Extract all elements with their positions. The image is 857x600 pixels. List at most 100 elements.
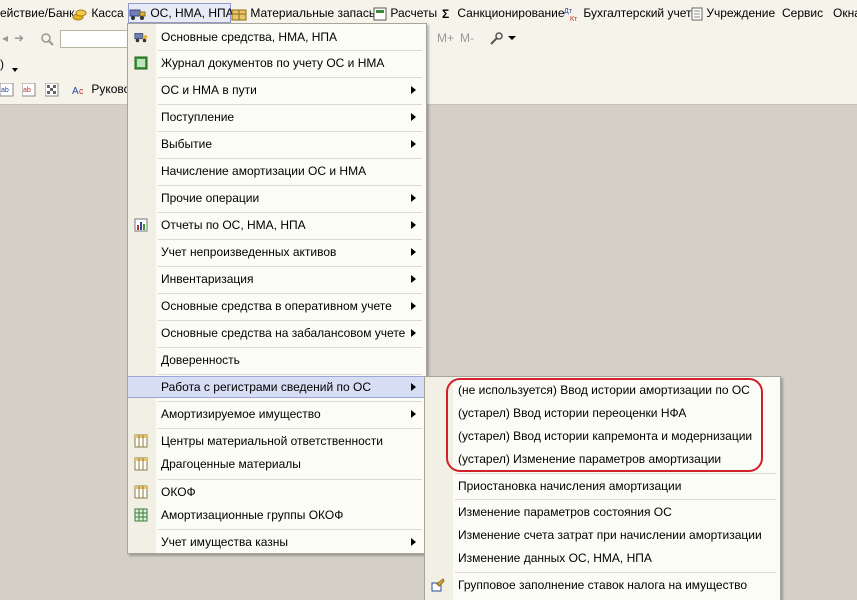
menu-okna[interactable]: Окна bbox=[833, 4, 857, 22]
menu-item-label: Основные средства на забалансовом учете bbox=[161, 326, 406, 340]
submenu-arrow-icon bbox=[411, 221, 416, 229]
menu-item-os-nma-npa[interactable]: Основные средства, НМА, НПА bbox=[128, 26, 426, 48]
submenu-item-change-os-data[interactable]: Изменение данных ОС, НМА, НПА bbox=[425, 547, 780, 569]
menu-kassa-label: Касса bbox=[91, 6, 124, 20]
memory-minus-button[interactable]: M- bbox=[460, 31, 474, 45]
menu-materials[interactable]: Материальные запасы bbox=[231, 4, 377, 22]
submenu-item-group-tax-rates[interactable]: Групповое заполнение ставок налога на им… bbox=[425, 574, 780, 596]
red-highlight-annotation bbox=[446, 378, 763, 472]
menu-item-label: Прочие операции bbox=[161, 191, 260, 205]
menu-item-label: Выбытие bbox=[161, 137, 212, 151]
menu-item-registers[interactable]: Работа с регистрами сведений по ОС bbox=[128, 376, 426, 398]
svg-text:c: c bbox=[79, 86, 84, 96]
menu-item-postuplenie[interactable]: Поступление bbox=[128, 106, 426, 128]
menu-item-treasury-property[interactable]: Учет имущества казны bbox=[128, 531, 426, 553]
search-input[interactable] bbox=[60, 30, 128, 48]
menu-separator bbox=[158, 104, 422, 105]
sigma-icon: Σ bbox=[442, 6, 450, 21]
calculator-icon bbox=[373, 7, 387, 21]
menu-separator bbox=[158, 529, 422, 530]
menu-buhuchet-label: Бухгалтерский учет bbox=[583, 6, 692, 20]
menu-item-label: Основные средства в оперативном учете bbox=[161, 299, 392, 313]
document-icon bbox=[691, 7, 703, 21]
menu-item-reports[interactable]: Отчеты по ОС, НМА, НПА bbox=[128, 214, 426, 236]
submenu-item-cost-account[interactable]: Изменение счета затрат при начислении ам… bbox=[425, 524, 780, 546]
menu-separator bbox=[158, 212, 422, 213]
menu-item-responsibility-centers[interactable]: Центры материальной ответственности bbox=[128, 430, 426, 452]
menu-item-label: Отчеты по ОС, НМА, НПА bbox=[161, 218, 306, 232]
menu-item-power-of-attorney[interactable]: Доверенность bbox=[128, 349, 426, 371]
chevron-down-icon[interactable] bbox=[508, 36, 516, 40]
menu-separator bbox=[158, 347, 422, 348]
toolbar-paren: ) bbox=[0, 57, 4, 71]
menu-separator bbox=[455, 499, 776, 500]
menu-item-off-balance[interactable]: Основные средства на забалансовом учете bbox=[128, 322, 426, 344]
menu-item-label: Учет непроизведенных активов bbox=[161, 245, 337, 259]
menu-uchrezhdenie[interactable]: Учреждение bbox=[691, 4, 775, 22]
menu-item-label: Изменение параметров состояния ОС bbox=[458, 505, 672, 519]
menu-os-label: ОС, НМА, НПА bbox=[150, 6, 234, 20]
menu-item-label: Групповое заполнение ставок налога на им… bbox=[458, 578, 747, 592]
submenu-item-os-state-params[interactable]: Изменение параметров состояния ОС bbox=[425, 501, 780, 523]
menu-sanktsionirovanie-label: Санкционирование bbox=[457, 6, 565, 20]
menu-item-other-operations[interactable]: Прочие операции bbox=[128, 187, 426, 209]
submenu-arrow-icon bbox=[411, 113, 416, 121]
menu-item-vybytie[interactable]: Выбытие bbox=[128, 133, 426, 155]
menu-item-label: Изменение счета затрат при начислении ам… bbox=[458, 528, 762, 542]
menu-raschety-label: Расчеты bbox=[390, 6, 438, 20]
os-nma-npa-dropdown: Основные средства, НМА, НПА Журнал докум… bbox=[127, 23, 427, 554]
grid-icon bbox=[134, 508, 148, 522]
chevron-down-icon[interactable] bbox=[12, 68, 18, 72]
svg-text:Дт: Дт bbox=[564, 8, 573, 15]
menu-os-nma-npa[interactable]: ОС, НМА, НПА bbox=[128, 3, 234, 23]
forward-arrow-icon[interactable]: ➜ bbox=[14, 31, 24, 45]
submenu-arrow-icon bbox=[411, 383, 416, 391]
menu-raschety[interactable]: Расчеты bbox=[373, 4, 437, 22]
search-icon[interactable] bbox=[40, 32, 54, 46]
settings-tools-icon[interactable] bbox=[488, 31, 504, 47]
menu-item-os-v-puti[interactable]: ОС и НМА в пути bbox=[128, 79, 426, 101]
menu-item-label: Работа с регистрами сведений по ОС bbox=[161, 380, 372, 394]
truck-icon bbox=[134, 33, 148, 43]
menu-servis[interactable]: Сервис bbox=[782, 4, 823, 22]
abc-icon[interactable]: ab bbox=[0, 83, 14, 97]
menu-item-operational-accounting[interactable]: Основные средства в оперативном учете bbox=[128, 295, 426, 317]
menu-item-label: Центры материальной ответственности bbox=[161, 434, 383, 448]
submenu-arrow-icon bbox=[411, 140, 416, 148]
abc-filter-icon[interactable]: ab bbox=[22, 83, 36, 97]
submenu-arrow-icon bbox=[411, 275, 416, 283]
menu-separator bbox=[158, 158, 422, 159]
menu-item-label: Начисление амортизации ОС и НМА bbox=[161, 164, 367, 178]
submenu-arrow-icon bbox=[411, 329, 416, 337]
menu-bank[interactable]: ействие/Банк bbox=[0, 4, 74, 22]
menu-item-journal[interactable]: Журнал документов по учету ОС и НМА bbox=[128, 52, 426, 74]
menu-item-okof[interactable]: ОКОФ bbox=[128, 481, 426, 503]
submenu-arrow-icon bbox=[411, 410, 416, 418]
svg-text:ab: ab bbox=[1, 87, 9, 94]
svg-text:A: A bbox=[72, 86, 79, 97]
menu-uchrezhdenie-label: Учреждение bbox=[706, 6, 776, 20]
menu-sanktsionirovanie[interactable]: Σ Санкционирование bbox=[442, 4, 565, 22]
submenu-item-suspend-amortization[interactable]: Приостановка начисления амортизации bbox=[425, 475, 780, 497]
checkerboard-icon[interactable] bbox=[45, 83, 59, 97]
menu-separator bbox=[158, 401, 422, 402]
menu-separator bbox=[158, 185, 422, 186]
menu-item-label: Драгоценные материалы bbox=[161, 457, 301, 471]
menu-separator bbox=[158, 479, 422, 480]
memory-plus-button[interactable]: M+ bbox=[437, 31, 454, 45]
back-arrow-icon[interactable]: ◂ bbox=[2, 31, 8, 45]
menu-item-precious-materials[interactable]: Драгоценные материалы bbox=[128, 453, 426, 475]
menu-item-depreciable-property[interactable]: Амортизируемое имущество bbox=[128, 403, 426, 425]
menu-item-nonproduced-assets[interactable]: Учет непроизведенных активов bbox=[128, 241, 426, 263]
menu-item-inventory[interactable]: Инвентаризация bbox=[128, 268, 426, 290]
menu-separator bbox=[158, 428, 422, 429]
menu-item-okof-groups[interactable]: Амортизационные группы ОКОФ bbox=[128, 504, 426, 526]
menu-buhuchet[interactable]: Дт Кт Бухгалтерский учет bbox=[564, 4, 691, 22]
menu-item-label: Доверенность bbox=[161, 353, 240, 367]
submenu-arrow-icon bbox=[411, 248, 416, 256]
menu-item-label: Поступление bbox=[161, 110, 235, 124]
menu-item-amortization[interactable]: Начисление амортизации ОС и НМА bbox=[128, 160, 426, 182]
coins-icon bbox=[72, 9, 87, 21]
menu-kassa[interactable]: Касса bbox=[72, 4, 124, 22]
report-icon bbox=[134, 218, 148, 232]
